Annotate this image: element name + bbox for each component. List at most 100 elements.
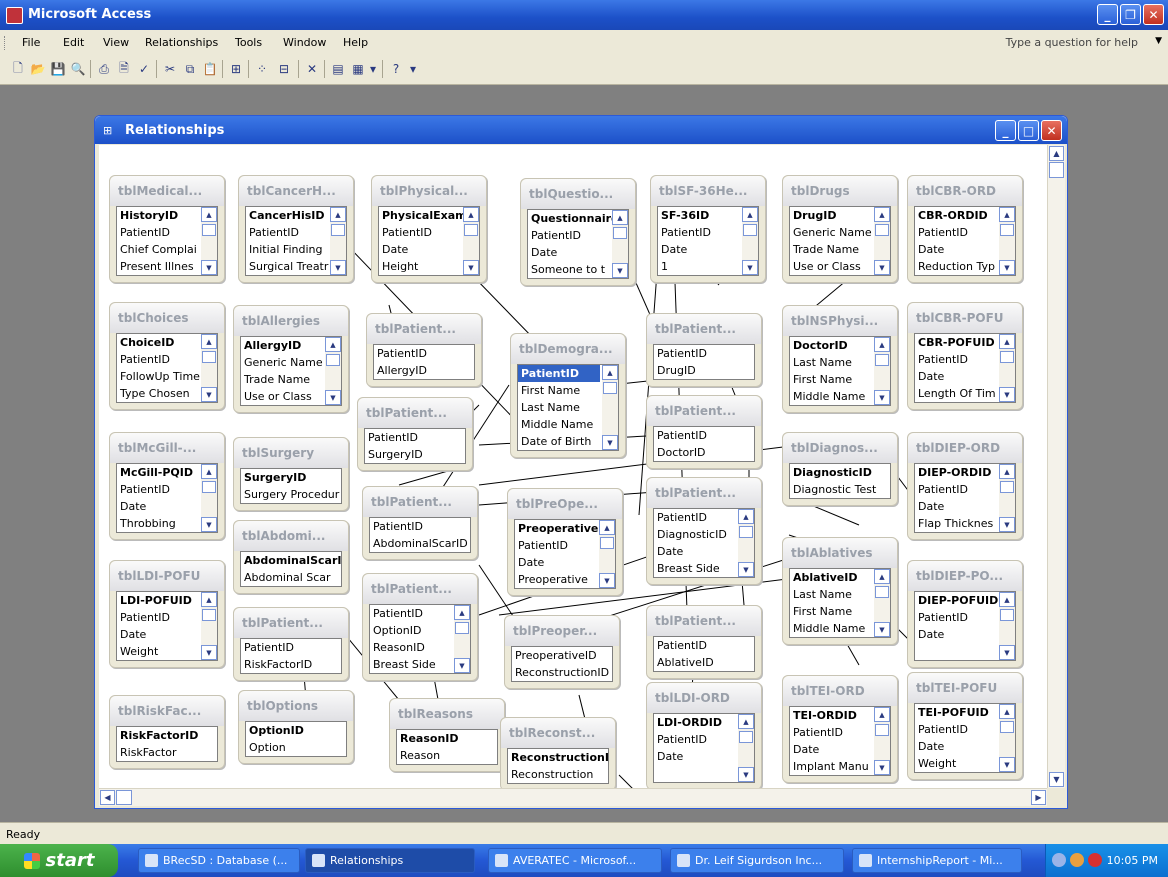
- field-list[interactable]: HistoryID PatientID Chief Complai Present I…: [116, 206, 218, 276]
- table-box[interactable]: tblCancerH... CancerHisID PatientID Initial…: [238, 175, 354, 283]
- field-list[interactable]: PatientID DoctorID: [653, 426, 755, 462]
- field-list[interactable]: PatientID AblativeID: [653, 636, 755, 672]
- scroll-up-icon[interactable]: ▲: [999, 207, 1015, 222]
- field-item[interactable]: OptionID: [246, 722, 346, 739]
- field-list-scrollbar[interactable]: ▲ ▼: [738, 509, 754, 577]
- menu-window[interactable]: Window: [283, 36, 326, 49]
- table-title[interactable]: tblRiskFac...: [110, 696, 224, 726]
- field-list[interactable]: LDI-POFUID PatientID Date Weight ▲ ▼: [116, 591, 218, 661]
- scroll-up-icon[interactable]: ▲: [602, 365, 618, 380]
- field-list-scrollbar[interactable]: ▲ ▼: [201, 464, 217, 532]
- field-item[interactable]: PatientID: [518, 365, 600, 382]
- field-item[interactable]: Diagnostic Test: [790, 481, 890, 498]
- field-list[interactable]: PreoperativeID ReconstructionID: [511, 646, 613, 682]
- table-box[interactable]: tblReconst... ReconstructionID Reconstruct…: [500, 717, 616, 788]
- table-box[interactable]: tblPatient... PatientID AbdominalScarID: [362, 486, 478, 560]
- field-list-scrollbar[interactable]: ▲ ▼: [201, 334, 217, 402]
- menu-help[interactable]: Help: [343, 36, 368, 49]
- scroll-down-icon[interactable]: ▼: [999, 517, 1015, 532]
- table-title[interactable]: tblReasons: [390, 699, 504, 729]
- table-box[interactable]: tblSurgery SurgeryID Surgery Procedur: [233, 437, 349, 511]
- scroll-down-icon[interactable]: ▼: [738, 562, 754, 577]
- field-item[interactable]: PatientID: [365, 429, 465, 446]
- table-box[interactable]: tblMedical... HistoryID PatientID Chief Com…: [109, 175, 225, 283]
- field-item[interactable]: AblativeID: [654, 654, 754, 671]
- field-list[interactable]: PatientID DrugID: [653, 344, 755, 380]
- table-box[interactable]: tblRiskFac... RiskFactorID RiskFactor: [109, 695, 225, 769]
- scroll-left-icon[interactable]: ◀: [100, 790, 115, 805]
- network-icon[interactable]: [1070, 853, 1084, 867]
- field-list[interactable]: DIEP-POFUID PatientID Date ▲ ▼: [914, 591, 1016, 661]
- cut-icon[interactable]: ✂: [162, 61, 178, 77]
- field-list[interactable]: ReasonID Reason: [396, 729, 498, 765]
- table-title[interactable]: tblPatient...: [647, 606, 761, 636]
- scroll-up-icon[interactable]: ▲: [738, 714, 754, 729]
- field-item[interactable]: Abdominal Scar: [241, 569, 341, 586]
- field-item[interactable]: ReconstructionID: [508, 749, 608, 766]
- menu-tools[interactable]: Tools: [235, 36, 262, 49]
- table-title[interactable]: tblPatient...: [647, 478, 761, 508]
- table-title[interactable]: tblMedical...: [110, 176, 224, 206]
- field-list-scrollbar[interactable]: ▲ ▼: [874, 207, 890, 275]
- field-list[interactable]: PatientID AllergyID: [373, 344, 475, 380]
- close-button[interactable]: ✕: [1041, 120, 1062, 141]
- table-title[interactable]: tblNSPhysi...: [783, 306, 897, 336]
- scroll-thumb[interactable]: [202, 224, 216, 236]
- scroll-thumb[interactable]: [1000, 351, 1014, 363]
- field-list[interactable]: SF-36ID PatientID Date 1 ▲ ▼: [657, 206, 759, 276]
- table-box[interactable]: tblMcGill-... McGill-PQID PatientID Date Thr…: [109, 432, 225, 540]
- field-list[interactable]: CBR-ORDID PatientID Date Reduction Typ ▲ ▼: [914, 206, 1016, 276]
- scroll-down-icon[interactable]: ▼: [325, 390, 341, 405]
- table-box[interactable]: tblPatient... PatientID DiagnosticID Date Br…: [646, 477, 762, 585]
- field-list[interactable]: AbdominalScarID Abdominal Scar: [240, 551, 342, 587]
- field-list[interactable]: TEI-ORDID PatientID Date Implant Manu ▲ ▼: [789, 706, 891, 776]
- scroll-down-icon[interactable]: ▼: [201, 387, 217, 402]
- table-box[interactable]: tblPatient... PatientID RiskFactorID: [233, 607, 349, 681]
- scroll-down-icon[interactable]: ▼: [999, 387, 1015, 402]
- start-button[interactable]: start: [0, 844, 118, 877]
- scroll-down-icon[interactable]: ▼: [330, 260, 346, 275]
- field-list[interactable]: PatientID RiskFactorID: [240, 638, 342, 674]
- field-list[interactable]: PatientID SurgeryID: [364, 428, 466, 464]
- field-list[interactable]: ChoiceID PatientID FollowUp Time Type Chose…: [116, 333, 218, 403]
- minimize-button[interactable]: _: [1097, 4, 1118, 25]
- copy-icon[interactable]: ⧉: [182, 61, 198, 77]
- scroll-down-icon[interactable]: ▼: [874, 760, 890, 775]
- table-box[interactable]: tblChoices ChoiceID PatientID FollowUp Time…: [109, 302, 225, 410]
- field-list[interactable]: SurgeryID Surgery Procedur: [240, 468, 342, 504]
- maximize-button[interactable]: □: [1018, 120, 1039, 141]
- field-item[interactable]: PatientID: [241, 639, 341, 656]
- field-list[interactable]: PatientID DiagnosticID Date Breast Side ▲ ▼: [653, 508, 755, 578]
- print-icon[interactable]: ⎙: [96, 61, 112, 77]
- scroll-thumb[interactable]: [743, 224, 757, 236]
- scroll-thumb[interactable]: [455, 622, 469, 634]
- relationships-canvas[interactable]: tblMedical... HistoryID PatientID Chief Com…: [99, 145, 1047, 788]
- table-title[interactable]: tblAblatives: [783, 538, 897, 568]
- scroll-thumb[interactable]: [600, 537, 614, 549]
- table-title[interactable]: tblLDI-POFU: [110, 561, 224, 591]
- table-title[interactable]: tblDrugs: [783, 176, 897, 206]
- field-list[interactable]: AblativeID Last Name First Name Middle Name…: [789, 568, 891, 638]
- scroll-up-icon[interactable]: ▲: [325, 337, 341, 352]
- scroll-thumb[interactable]: [331, 224, 345, 236]
- table-box[interactable]: tblLDI-POFU LDI-POFUID PatientID Date Weight…: [109, 560, 225, 668]
- scroll-down-icon[interactable]: ▼: [201, 645, 217, 660]
- close-button[interactable]: ✕: [1143, 4, 1164, 25]
- field-list-scrollbar[interactable]: ▲ ▼: [874, 569, 890, 637]
- table-box[interactable]: tblPhysical... PhysicalExamI PatientID Date…: [371, 175, 487, 283]
- scroll-up-icon[interactable]: ▲: [330, 207, 346, 222]
- field-list-scrollbar[interactable]: ▲ ▼: [602, 365, 618, 450]
- help-dropdown-icon[interactable]: ▼: [1155, 36, 1162, 46]
- scroll-thumb[interactable]: [1000, 609, 1014, 621]
- menu-file[interactable]: File: [22, 36, 40, 49]
- table-title[interactable]: tblPatient...: [647, 396, 761, 426]
- table-box[interactable]: tblPreoper... PreoperativeID Reconstructio…: [504, 615, 620, 689]
- table-title[interactable]: tblPhysical...: [372, 176, 486, 206]
- relationships-title-bar[interactable]: ⊞ Relationships _ □ ✕: [95, 116, 1067, 144]
- scroll-thumb[interactable]: [875, 724, 889, 736]
- field-list[interactable]: Questionnaire PatientID Date Someone to t ▲ ▼: [527, 209, 629, 279]
- scroll-up-icon[interactable]: ▲: [999, 592, 1015, 607]
- field-list-scrollbar[interactable]: ▲ ▼: [738, 714, 754, 782]
- taskbar-item-sigurdson[interactable]: Dr. Leif Sigurdson Inc...: [670, 848, 844, 873]
- print-preview-icon[interactable]: 🗎: [116, 61, 132, 77]
